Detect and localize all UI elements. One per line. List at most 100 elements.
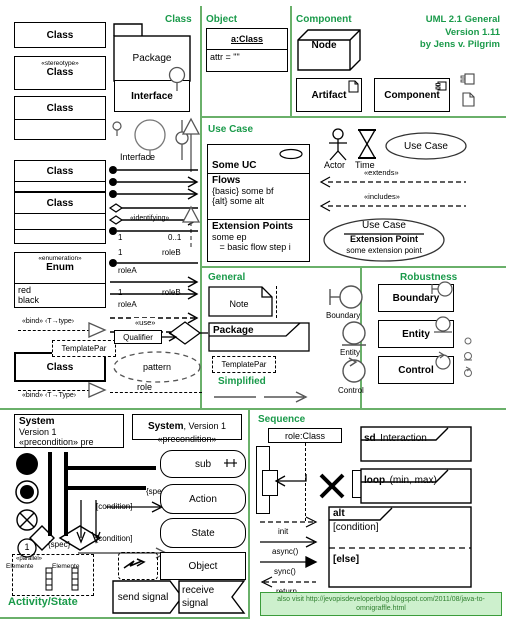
class-stereotype-title: Class (46, 67, 74, 78)
loop-frame-title: loop (min, max) (364, 470, 437, 488)
object-instance-title: a:Class (230, 34, 264, 44)
divider-vertical-component (290, 6, 292, 118)
section-title-activity-state: Activity/State (8, 596, 78, 608)
activity-condition-label-2: [condition] (96, 534, 133, 543)
interface-box-label: Interface (131, 90, 173, 102)
class-four-attrs (15, 214, 105, 230)
receive-signal-label: receive signal (182, 585, 215, 609)
parallel-label: «parallel» (16, 556, 43, 562)
shape-system-inline[interactable]: System, Version 1 (133, 415, 241, 434)
shape-class-simple[interactable]: Class (14, 22, 106, 48)
shape-object-node[interactable]: Object (160, 552, 246, 580)
shape-lifeline-head[interactable]: role:Class (268, 428, 342, 443)
object-link-line (206, 88, 282, 89)
simplified-connector (214, 391, 308, 403)
enum-stereotype: «enumeration» (38, 255, 82, 262)
enum-title: Enum (46, 262, 74, 273)
message-init-arrow (260, 516, 318, 528)
bind-lower-label: «bind» ‹T→Type› (22, 392, 77, 399)
extends-label: «extends» (362, 168, 401, 177)
section-title-simplified: Simplified (218, 376, 266, 387)
send-signal-label: send signal (117, 591, 169, 603)
class-stereotype-label: «stereotype» (41, 60, 79, 67)
boundary-box-icon (431, 281, 453, 297)
shape-enumeration[interactable]: «enumeration» Enum red black (14, 252, 106, 308)
alt-keyword: alt (333, 508, 345, 519)
class-two-title: Class (15, 97, 105, 120)
actor-label: Actor (324, 160, 346, 170)
ext-oval-detail: some extension point (346, 246, 422, 255)
control-icon[interactable] (340, 356, 370, 386)
control-small-label: Control (338, 386, 364, 395)
component-palette-icon[interactable] (460, 72, 476, 86)
shape-class-four-compartment[interactable]: Class (14, 192, 106, 244)
class-four-ops (15, 230, 105, 245)
shape-alt-frame[interactable] (328, 506, 472, 588)
fork-bar-vertical-2[interactable] (64, 452, 68, 536)
ext-oval-sub: Extension Point (349, 234, 418, 244)
class-two-attrs (15, 120, 105, 140)
time-icon[interactable] (355, 128, 379, 160)
assoc-identifying-mult-src: 1 (118, 233, 123, 242)
use-case-oval-label: Use Case (404, 140, 448, 152)
pattern-role-line (110, 392, 202, 393)
package-general-label: Package (213, 325, 254, 336)
entity-box-icon (434, 316, 452, 333)
action-label: Action (189, 493, 217, 505)
section-title-component: Component (296, 14, 352, 25)
enum-literal-red: red (18, 285, 32, 295)
bind-upper-line (18, 330, 90, 331)
title-line-1: UML 2.1 General (425, 14, 500, 25)
entity-icon[interactable] (340, 320, 370, 350)
pattern-role-label: role (137, 382, 153, 392)
document-palette-icon[interactable] (462, 92, 476, 107)
class-simple-title: Class (46, 29, 74, 41)
system-box-version: Version 1 (19, 427, 57, 437)
divider-activity-sequence (248, 408, 250, 619)
destruction-x-icon[interactable] (318, 472, 346, 500)
sd-keyword: sd (364, 433, 376, 444)
note-anchor-line (276, 286, 277, 318)
fork-bar-horizontal-2[interactable] (66, 486, 146, 490)
shape-system-box[interactable]: System Version 1 «precondition» pre (14, 414, 124, 448)
assoc-role-1-mult: 1 (118, 248, 123, 257)
component-label: Component (384, 89, 440, 101)
loop-args: (min, max) (389, 475, 437, 486)
class-four-title: Class (15, 193, 105, 214)
system-box-precondition: «precondition» pre (19, 437, 94, 447)
shape-use-case-detail[interactable]: Some UC Flows {basic} some bf {alt} some… (207, 144, 310, 262)
fork-bar-horizontal-1[interactable] (66, 466, 156, 470)
fork-bar-vertical-1[interactable] (48, 452, 52, 536)
use-case-oval-icon (279, 148, 303, 160)
ext-oval-title: Use Case (362, 220, 406, 231)
elements-left-label: Elemente (6, 563, 34, 570)
system-inline-title: System (147, 421, 184, 432)
control-box-icon (435, 351, 451, 370)
class-three-title: Class (15, 161, 105, 182)
assoc-role-2-roleB: roleB (162, 288, 181, 297)
section-title-sequence: Sequence (258, 414, 306, 425)
divider-top-usecase (200, 116, 506, 118)
robustness-palette-icons[interactable] (462, 336, 476, 386)
shape-qualifier[interactable]: Qualifier (114, 330, 162, 344)
control-flow-right-arrow (106, 501, 164, 513)
footer-link[interactable]: also visit http://jevopisdeveloperblog.b… (260, 592, 502, 616)
sd-name: Interaction (380, 433, 427, 444)
signal-flow-icon (123, 558, 146, 569)
use-case-ext-1: some ep (212, 232, 247, 242)
document-icon-artifact (348, 80, 359, 93)
shape-class-stereotype[interactable]: «stereotype» Class (14, 56, 106, 90)
shape-class-two-compartment[interactable]: Class (14, 96, 106, 140)
shape-action[interactable]: Action (160, 484, 246, 514)
shape-state[interactable]: State (160, 518, 246, 548)
lifeline-label: role:Class (284, 430, 325, 441)
message-init-label: init (278, 527, 289, 536)
enum-literal-black: black (18, 295, 40, 305)
actor-icon[interactable] (324, 128, 352, 162)
qualifier-arrow (161, 332, 178, 342)
shape-object-instance[interactable]: a:Class attr = "" (206, 28, 288, 72)
use-case-ext-2: = basic flow step i (212, 242, 291, 252)
object-attribute: attr = "" (210, 52, 240, 62)
boundary-icon[interactable] (328, 282, 363, 312)
bind-lower-triangle (88, 382, 107, 398)
